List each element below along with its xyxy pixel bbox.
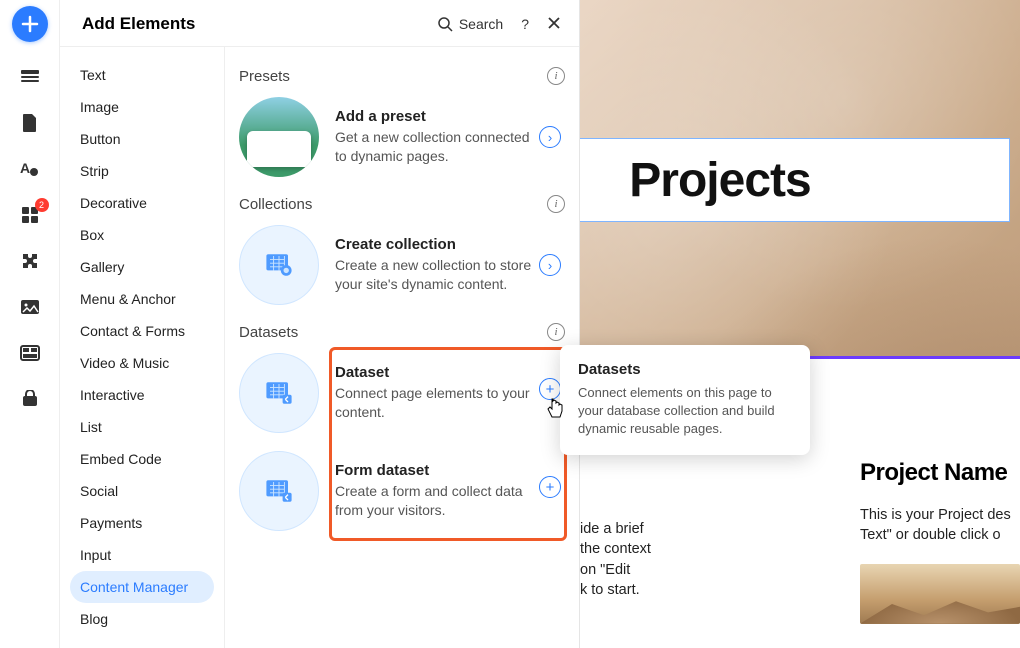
store-icon[interactable] [19, 388, 41, 410]
card-desc: Create a form and collect data from your… [335, 482, 533, 520]
project-desc-partial: ide a brief the context on "Edit k to st… [580, 519, 700, 600]
category-item[interactable]: Button [70, 123, 214, 155]
section-icon[interactable] [19, 66, 41, 88]
datasets-tooltip: Datasets Connect elements on this page t… [560, 345, 810, 455]
category-item[interactable]: Contact & Forms [70, 315, 214, 347]
info-icon-datasets[interactable]: i [547, 323, 565, 341]
card-desc: Create a new collection to store your si… [335, 256, 533, 294]
projects-heading-box[interactable]: Projects [580, 138, 1010, 222]
category-item[interactable]: Image [70, 91, 214, 123]
category-item[interactable]: List [70, 411, 214, 443]
info-icon[interactable]: i [547, 67, 565, 85]
close-icon [547, 16, 561, 30]
category-item[interactable]: Decorative [70, 187, 214, 219]
left-icon-rail: A 2 [0, 0, 60, 648]
page-icon[interactable] [19, 112, 41, 134]
apps-grid-icon[interactable]: 2 [19, 204, 41, 226]
image-icon[interactable] [19, 296, 41, 318]
card-title: Dataset [335, 364, 533, 381]
category-item[interactable]: Interactive [70, 379, 214, 411]
category-item[interactable]: Box [70, 219, 214, 251]
info-icon[interactable]: i [547, 195, 565, 213]
editor-canvas[interactable]: Projects ide a brief the context on "Edi… [580, 0, 1020, 648]
puzzle-icon[interactable] [19, 250, 41, 272]
layout-icon[interactable] [19, 342, 41, 364]
category-item[interactable]: Payments [70, 507, 214, 539]
card-desc: Get a new collection connected to dynami… [335, 128, 533, 166]
theme-icon[interactable]: A [19, 158, 41, 180]
category-item[interactable]: Video & Music [70, 347, 214, 379]
category-item[interactable]: Blog [70, 603, 214, 635]
add-elements-panel: Add Elements Search ? TextImageButtonStr… [60, 0, 580, 648]
dataset-thumb-icon [239, 353, 319, 433]
category-item[interactable]: Text [70, 59, 214, 91]
section-title-presets: Presets [239, 68, 290, 85]
arrow-right-icon[interactable]: › [539, 126, 561, 148]
add-button[interactable] [12, 6, 48, 42]
collection-thumb-icon [239, 225, 319, 305]
search-button[interactable]: Search [437, 16, 503, 32]
projects-heading: Projects [629, 153, 810, 208]
category-item[interactable]: Embed Code [70, 443, 214, 475]
search-label: Search [459, 16, 503, 32]
close-button[interactable] [547, 16, 561, 33]
category-item[interactable]: Menu & Anchor [70, 283, 214, 315]
card-title: Form dataset [335, 462, 533, 479]
category-list: TextImageButtonStripDecorativeBoxGallery… [60, 47, 225, 648]
category-item[interactable]: Input [70, 539, 214, 571]
add-icon[interactable]: + [539, 378, 561, 400]
project-desc: This is your Project des Text" or double… [860, 505, 1020, 546]
category-item[interactable]: Strip [70, 155, 214, 187]
add-icon[interactable]: + [539, 476, 561, 498]
section-title-collections: Collections [239, 196, 312, 213]
section-title-datasets: Datasets [239, 324, 298, 341]
search-icon [437, 16, 453, 32]
category-item[interactable]: Gallery [70, 251, 214, 283]
card-create-collection[interactable]: Create collection Create a new collectio… [239, 225, 565, 305]
svg-text:A: A [20, 160, 30, 176]
panel-header: Add Elements Search ? [60, 0, 579, 47]
card-dataset[interactable]: Dataset Connect page elements to your co… [239, 353, 565, 433]
content-manager-pane: Presets i Add a preset Get a new collect… [225, 47, 579, 648]
preset-thumb-icon [239, 97, 319, 177]
card-title: Add a preset [335, 108, 533, 125]
project-image[interactable] [860, 564, 1020, 624]
card-desc: Connect page elements to your content. [335, 384, 533, 422]
category-item[interactable]: Content Manager [70, 571, 214, 603]
category-item[interactable]: Social [70, 475, 214, 507]
apps-badge: 2 [35, 198, 49, 212]
panel-title: Add Elements [82, 14, 195, 34]
project-name-label: Project Name [860, 459, 1020, 487]
card-form-dataset[interactable]: Form dataset Create a form and collect d… [239, 451, 565, 531]
arrow-right-icon[interactable]: › [539, 254, 561, 276]
help-button[interactable]: ? [521, 16, 529, 32]
card-title: Create collection [335, 236, 533, 253]
tooltip-title: Datasets [578, 361, 792, 378]
form-dataset-thumb-icon [239, 451, 319, 531]
card-add-preset[interactable]: Add a preset Get a new collection connec… [239, 97, 565, 177]
tooltip-desc: Connect elements on this page to your da… [578, 384, 792, 439]
